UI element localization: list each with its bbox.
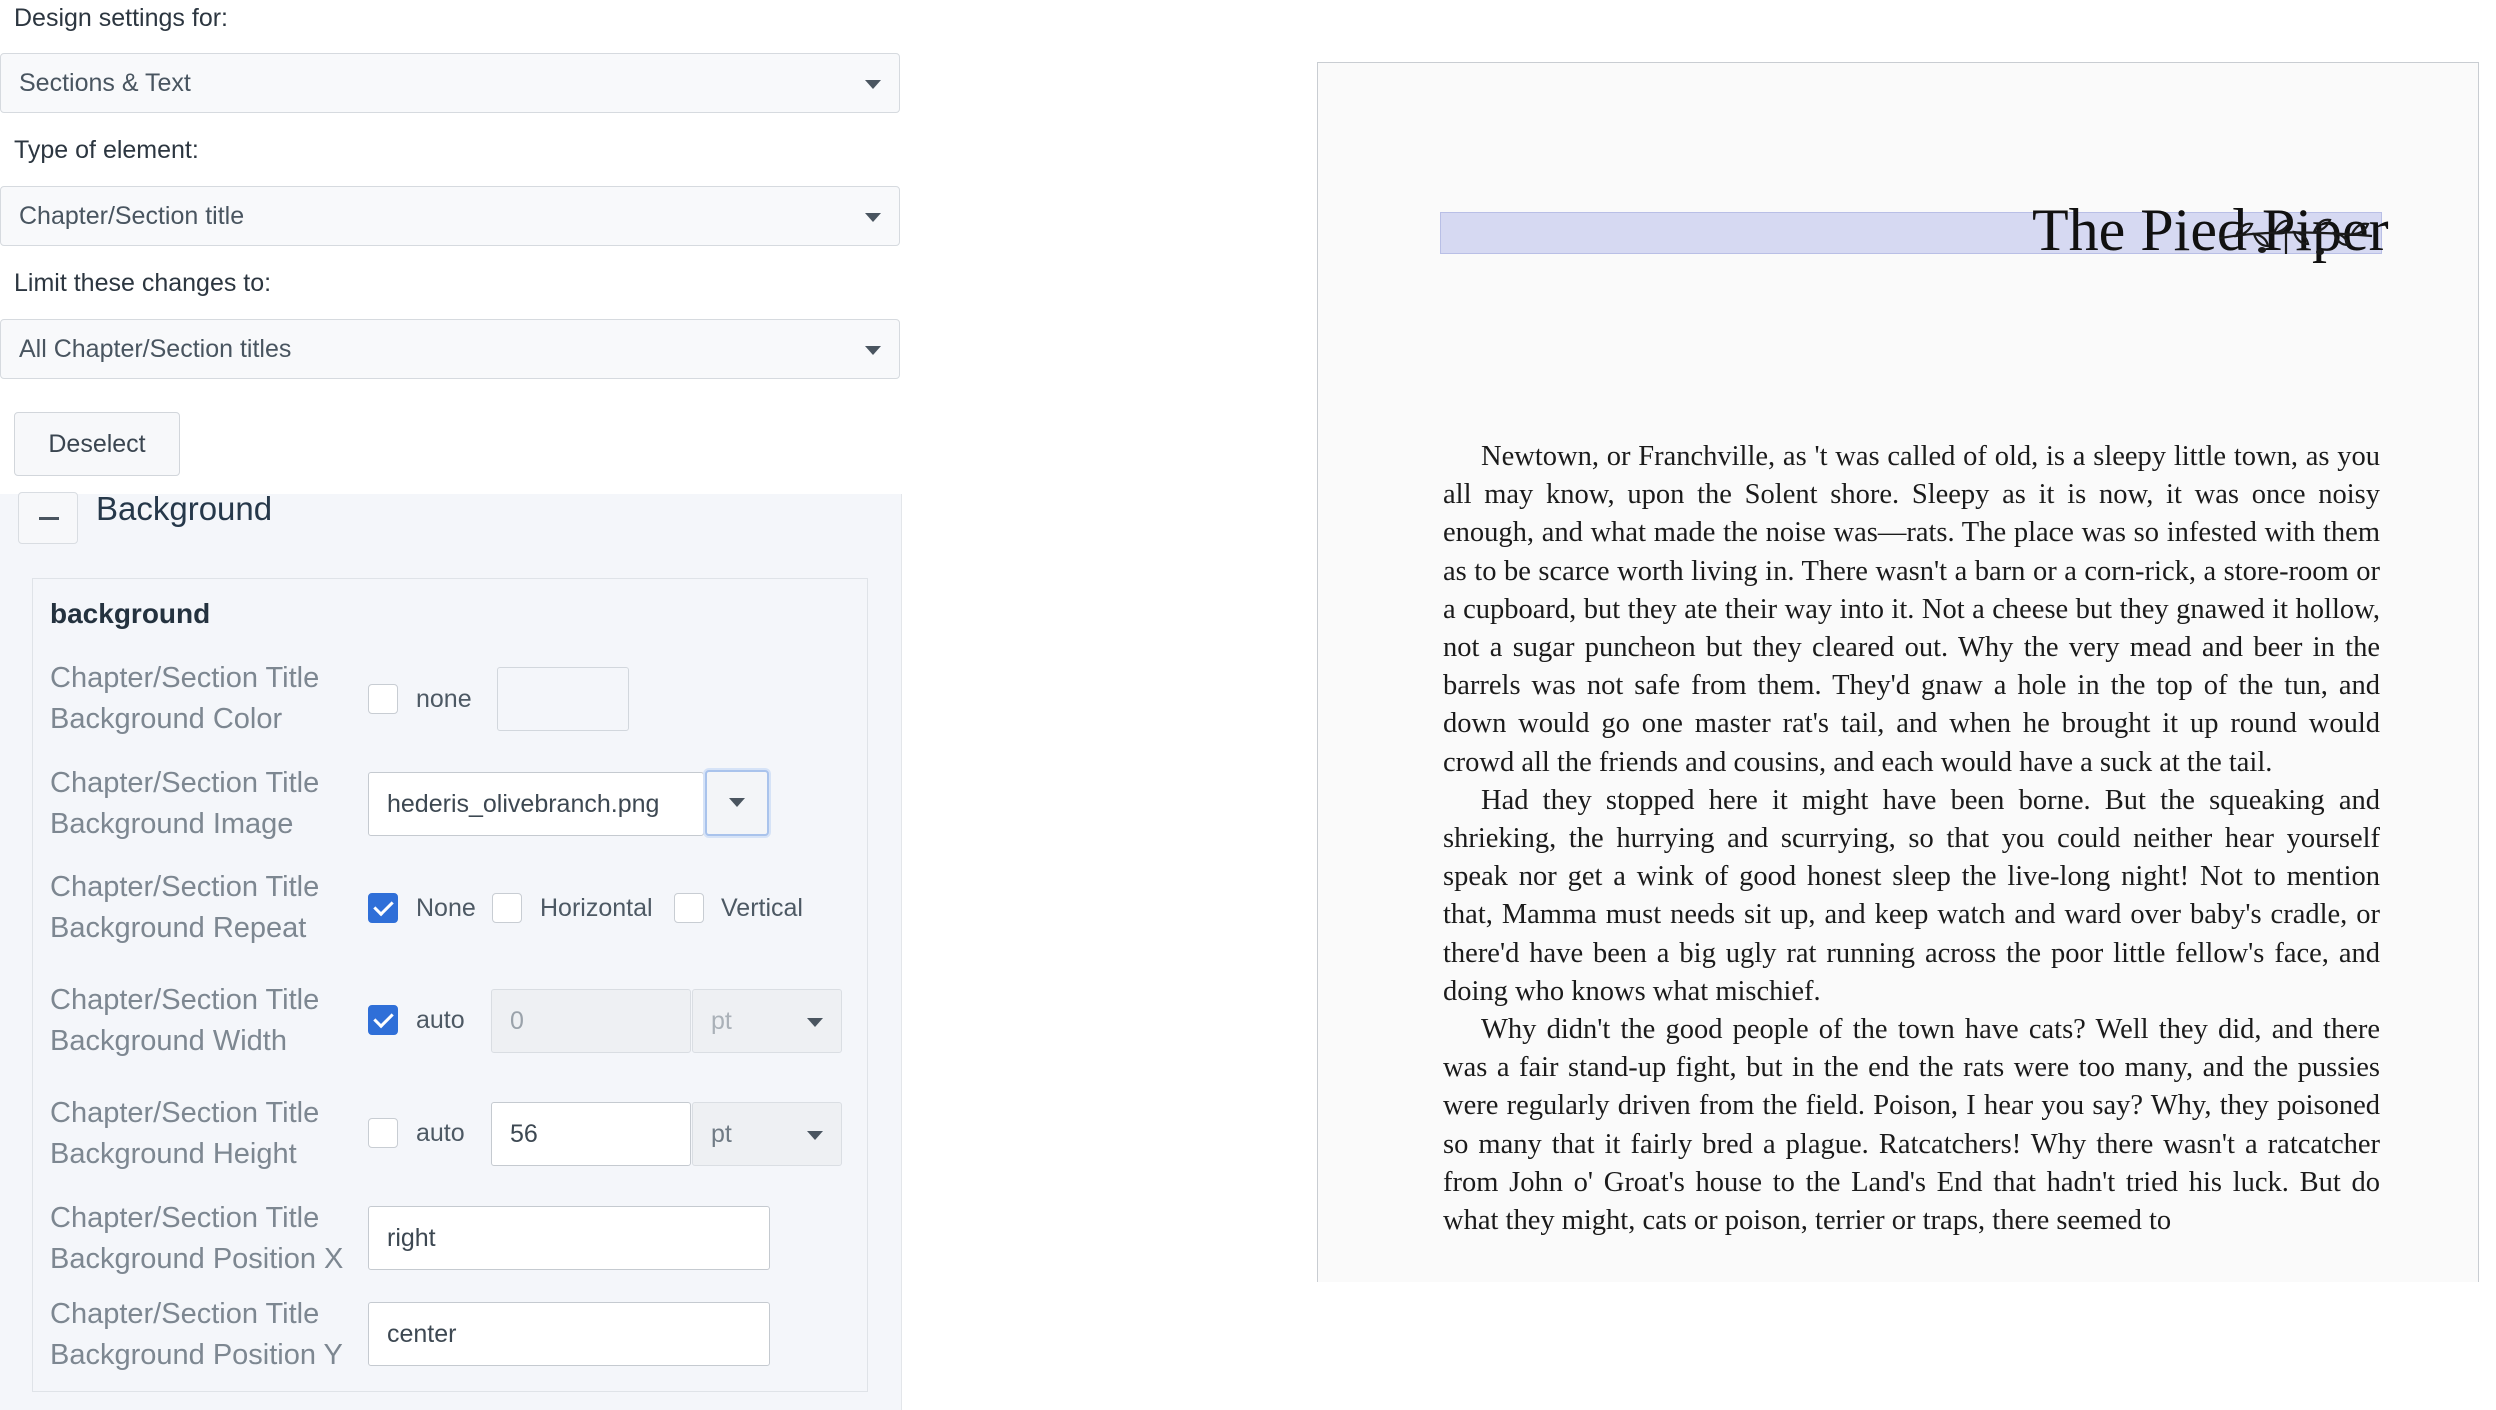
bg-pos-y-label: Chapter/Section Title Background Positio… xyxy=(50,1298,343,1371)
bg-image-label: Chapter/Section Title Background Image xyxy=(50,767,320,840)
limit-changes-label: Limit these changes to: xyxy=(14,269,272,297)
color-swatch[interactable] xyxy=(497,667,629,731)
olive-branch-ornament xyxy=(2219,218,2373,255)
bg-height-label: Chapter/Section Title Background Height xyxy=(50,1097,320,1170)
bg-width-label: Chapter/Section Title Background Width xyxy=(50,984,320,1057)
bg-repeat-label: Chapter/Section Title Background Repeat xyxy=(50,871,320,944)
repeat-horizontal-checkbox[interactable] xyxy=(492,893,522,923)
chevron-down-icon xyxy=(865,80,881,89)
limit-changes-select[interactable]: All Chapter/Section titles xyxy=(0,319,900,379)
chevron-down-icon xyxy=(865,346,881,355)
repeat-vertical-checkbox[interactable] xyxy=(674,893,704,923)
limit-changes-value: All Chapter/Section titles xyxy=(19,335,292,363)
preview-clip xyxy=(1317,1282,2479,1406)
bg-color-none-checkbox[interactable] xyxy=(368,684,398,714)
pos-x-field[interactable]: right xyxy=(368,1206,770,1270)
chevron-down-icon xyxy=(807,1018,823,1027)
bg-color-none-label: none xyxy=(416,685,472,713)
height-unit-value: pt xyxy=(711,1120,732,1148)
chevron-down-icon xyxy=(729,798,745,807)
design-settings-value: Sections & Text xyxy=(19,69,191,97)
repeat-vertical-label: Vertical xyxy=(721,894,803,922)
repeat-none-label: None xyxy=(416,894,476,922)
repeat-none-checkbox[interactable] xyxy=(368,893,398,923)
paragraph: Why didn't the good people of the town h… xyxy=(1443,1014,2380,1237)
chevron-down-icon xyxy=(865,213,881,222)
bg-pos-x-label: Chapter/Section Title Background Positio… xyxy=(50,1202,344,1275)
chevron-down-icon xyxy=(807,1131,823,1140)
paragraph: Had they stopped here it might have been… xyxy=(1443,784,2380,1007)
width-auto-checkbox[interactable] xyxy=(368,1005,398,1035)
width-unit-value: pt xyxy=(711,1007,732,1035)
paragraph: Newtown, or Franchville, as 't was calle… xyxy=(1443,441,2380,778)
chapter-body-text: Newtown, or Franchville, as 't was calle… xyxy=(1443,438,2380,1240)
element-type-select[interactable]: Chapter/Section title xyxy=(0,186,900,246)
width-auto-label: auto xyxy=(416,1006,465,1034)
width-unit-select[interactable]: pt xyxy=(692,989,842,1053)
design-settings-select[interactable]: Sections & Text xyxy=(0,53,900,113)
pos-y-field[interactable]: center xyxy=(368,1302,770,1366)
height-auto-checkbox[interactable] xyxy=(368,1118,398,1148)
repeat-horizontal-label: Horizontal xyxy=(540,894,653,922)
element-type-label: Type of element: xyxy=(14,136,199,164)
bg-image-field[interactable]: hederis_olivebranch.png xyxy=(368,772,704,836)
deselect-button[interactable]: Deselect xyxy=(14,412,180,476)
element-type-value: Chapter/Section title xyxy=(19,202,245,230)
width-value-field[interactable]: 0 xyxy=(491,989,691,1053)
design-settings-label: Design settings for: xyxy=(14,4,228,32)
bg-image-dropdown-button[interactable] xyxy=(705,770,769,836)
height-unit-select[interactable]: pt xyxy=(692,1102,842,1166)
height-auto-label: auto xyxy=(416,1119,465,1147)
collapse-section-button[interactable] xyxy=(18,492,78,544)
bg-color-label: Chapter/Section Title Background Color xyxy=(50,662,320,735)
height-value-field[interactable]: 56 xyxy=(491,1102,691,1166)
group-title: background xyxy=(50,598,211,629)
section-title: Background xyxy=(96,490,273,527)
